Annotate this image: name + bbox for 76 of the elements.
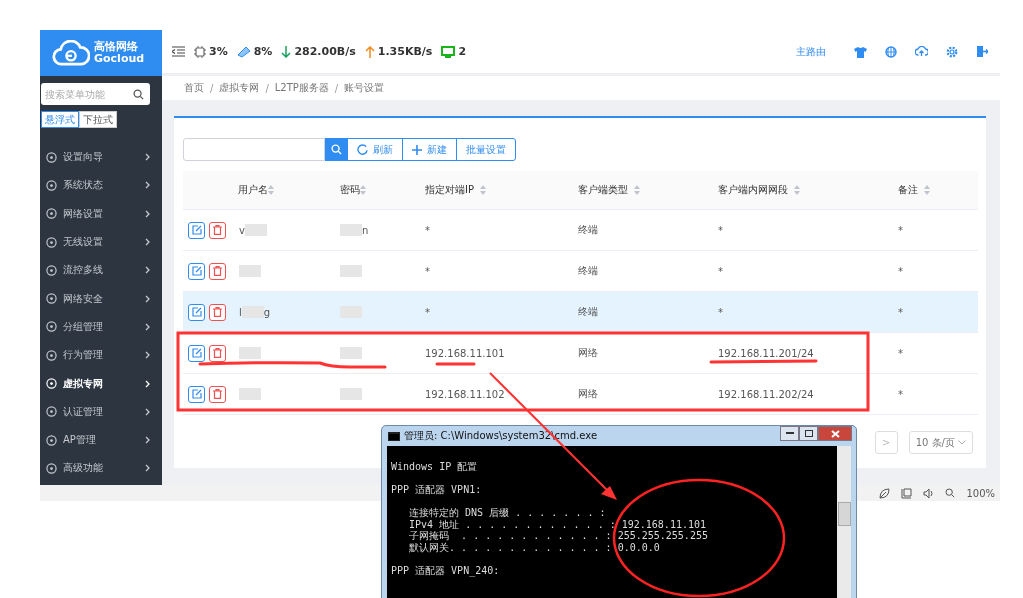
stat-value: 2	[458, 45, 467, 58]
stat-value: 282.00B/s	[294, 45, 356, 58]
stat-value: 1.35KB/s	[377, 45, 433, 58]
console-line: PPP 适配器 VPN1:	[391, 483, 483, 496]
column-header[interactable]: 备注	[898, 183, 918, 197]
sidebar-item[interactable]: 高级功能	[40, 454, 162, 483]
console-line: Windows IP 配置	[391, 461, 479, 473]
table-cell: *	[425, 265, 430, 277]
zoom-level[interactable]: 100%	[966, 487, 995, 499]
table-cell: *	[718, 224, 723, 236]
stat-value: 8%	[253, 45, 273, 58]
table-row[interactable]: v n * 终端 * *	[183, 210, 978, 251]
sidebar-item[interactable]: 行为管理	[40, 341, 162, 370]
table-cell: l	[239, 306, 242, 318]
sidebar-item[interactable]: 系统状态	[40, 171, 162, 200]
sidebar-item[interactable]: 分组管理	[40, 312, 162, 342]
batch-settings-button[interactable]: 批量设置	[456, 138, 516, 161]
breadcrumb-separator: /	[210, 82, 214, 94]
table-cell: 192.168.11.201/24	[718, 347, 814, 359]
table-row[interactable]: l g * 终端 * *	[183, 292, 978, 333]
table-cell: v	[239, 224, 245, 236]
breadcrumb-link[interactable]: 虚拟专网	[219, 81, 260, 95]
table-cell: *	[425, 224, 430, 236]
breadcrumb-link[interactable]: 账号设置	[344, 81, 385, 95]
logo-brand: Gocloud	[94, 53, 145, 65]
column-header[interactable]: 指定对端IP	[425, 183, 474, 197]
table-cell: *	[898, 347, 903, 359]
page-size-select[interactable]: 10 条/页	[908, 431, 973, 454]
mode-tab[interactable]: 下拉式	[79, 111, 117, 128]
table-cell: 网络	[578, 346, 598, 360]
table-row[interactable]: 192.168.11.102 网络 192.168.11.202/24 *	[183, 374, 978, 415]
table-cell: *	[898, 265, 903, 277]
sidebar-item[interactable]: 虚拟专网	[40, 369, 162, 398]
sidebar-item[interactable]: 设置向导	[40, 143, 162, 172]
column-header[interactable]: 客户端内网网段	[718, 183, 788, 197]
sidebar-item[interactable]: AP管理	[40, 425, 162, 455]
column-header[interactable]: 密码	[340, 183, 360, 197]
router-link[interactable]: 主路由	[796, 44, 826, 59]
logo-name: 高恪网络	[94, 41, 139, 53]
column-header[interactable]: 客户端类型	[578, 183, 628, 197]
table-cell: *	[898, 388, 903, 400]
column-header[interactable]: 用户名	[238, 183, 268, 197]
breadcrumb-link[interactable]: L2TP服务器	[274, 81, 329, 95]
table-cell: 终端	[578, 223, 598, 237]
breadcrumb-link[interactable]: 首页	[184, 81, 204, 95]
table-cell: 192.168.11.202/24	[718, 388, 814, 400]
sidebar-item[interactable]: 网络设置	[40, 199, 162, 228]
new-button[interactable]: 新建	[402, 138, 457, 161]
console-line: 默认网关. . . . . . . . . . . . . : 0.0.0.0	[408, 541, 661, 553]
sidebar-item[interactable]: 认证管理	[40, 397, 162, 426]
console-line: PPP 适配器 VPN_240:	[391, 563, 501, 576]
table-cell: 192.168.11.102	[425, 388, 505, 400]
table-row[interactable]: 192.168.11.101 网络 192.168.11.201/24 *	[183, 333, 978, 374]
sidebar-item[interactable]: 流控多线	[40, 256, 162, 285]
menu-search-field[interactable]: 搜索菜单功能	[41, 83, 150, 105]
console-line: 连接特定的 DNS 后缀 . . . . . . . :	[408, 506, 607, 519]
breadcrumb-separator: /	[265, 82, 269, 94]
sidebar-item[interactable]: 网络安全	[40, 284, 162, 313]
table-cell: *	[898, 306, 903, 318]
table-cell: 终端	[578, 305, 598, 319]
refresh-button[interactable]: 刷新	[347, 138, 403, 161]
console-line: IPv4 地址 . . . . . . . . . . . . : 192.168.11.101	[408, 518, 707, 530]
table-cell: n	[362, 224, 369, 236]
table-cell: *	[425, 306, 430, 318]
table-cell: *	[718, 265, 723, 277]
sidebar-item[interactable]: 无线设置	[40, 227, 162, 257]
table-cell: 终端	[578, 264, 598, 278]
table-cell: *	[718, 306, 723, 318]
mode-tab[interactable]: 悬浮式	[41, 111, 79, 128]
stat-value: 3%	[209, 45, 228, 58]
table-cell: g	[263, 306, 271, 318]
console-line: 子网掩码 . . . . . . . . . . . . : 255.255.255.255	[408, 530, 709, 542]
breadcrumb-separator: /	[334, 82, 339, 94]
table-cell: 网络	[578, 387, 598, 401]
table-cell: 192.168.11.101	[425, 347, 505, 359]
table-cell: *	[898, 224, 903, 236]
